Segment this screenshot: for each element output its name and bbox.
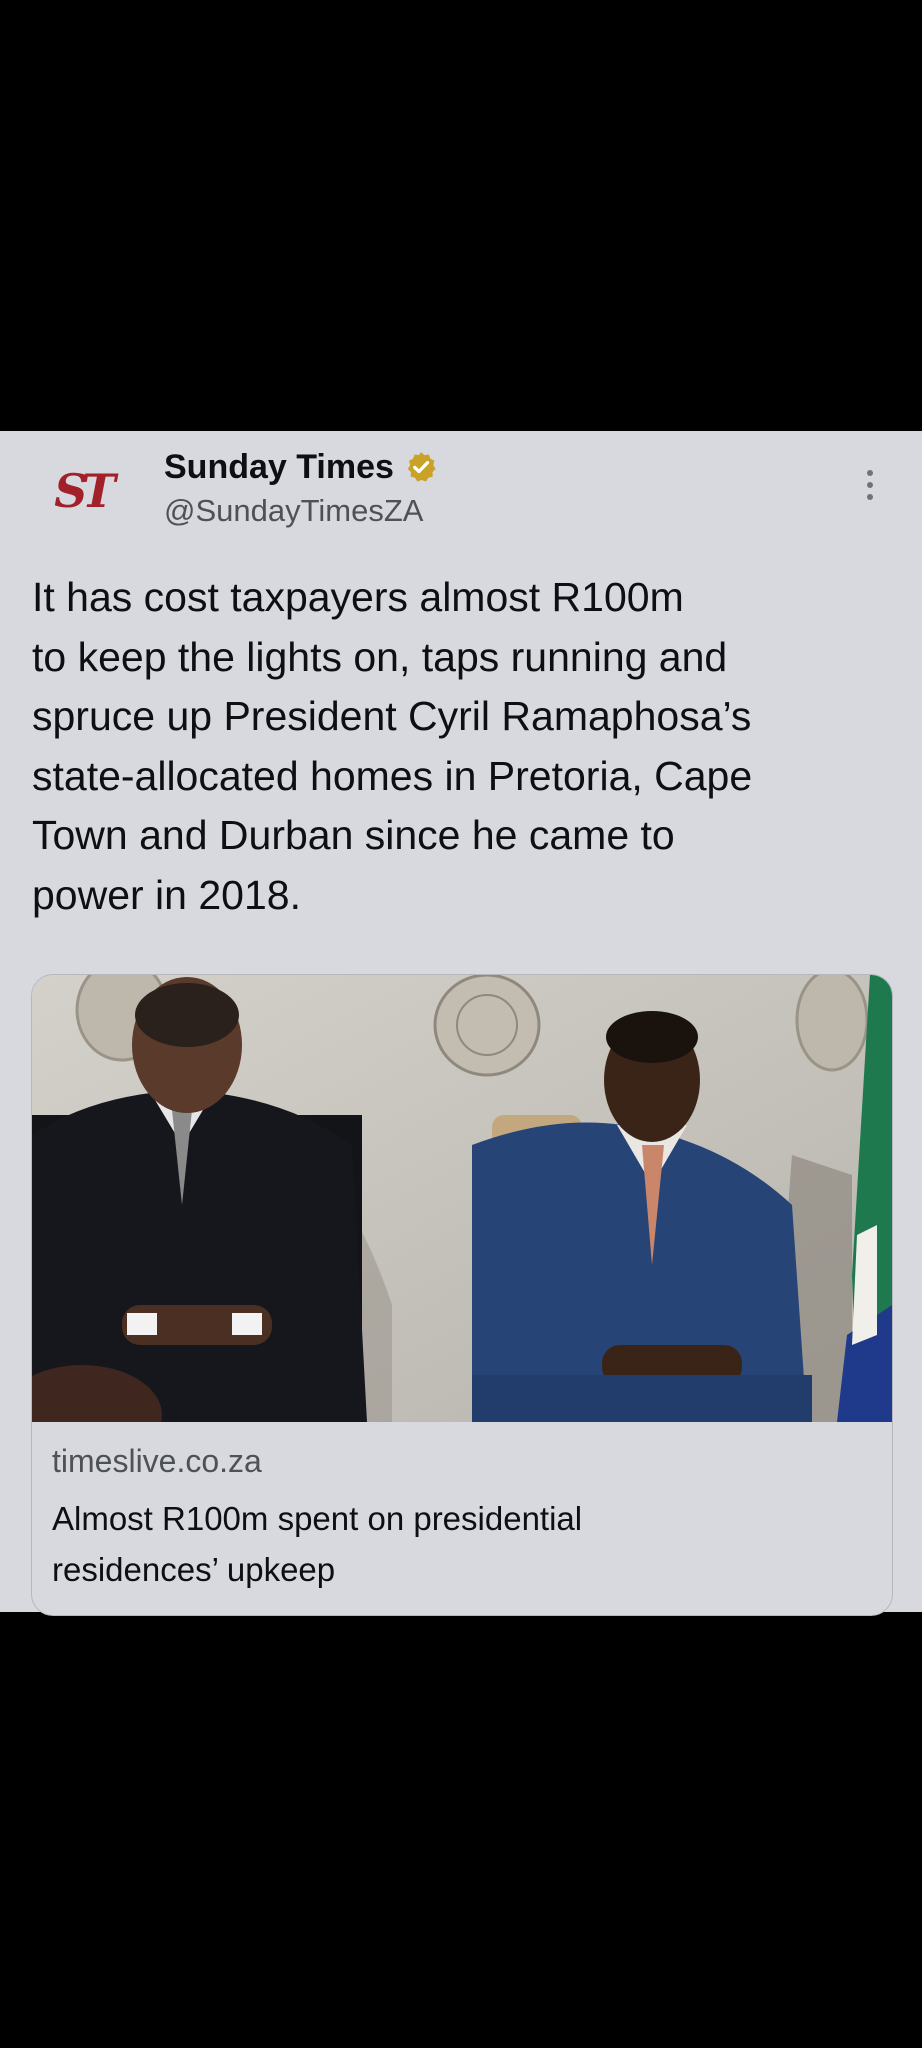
tweet-card[interactable]: ST Sunday Times @SundayTimesZA It has co…	[0, 431, 922, 1616]
link-preview-card[interactable]: timeslive.co.za Almost R100m spent on pr…	[31, 974, 893, 1616]
link-title[interactable]: Almost R100m spent on presidential resid…	[52, 1493, 852, 1595]
news-photo	[32, 975, 892, 1422]
link-preview-image[interactable]	[32, 975, 892, 1422]
author-display-name[interactable]: Sunday Times	[164, 448, 394, 487]
link-domain: timeslive.co.za	[52, 1443, 262, 1479]
verified-badge-icon	[407, 452, 436, 482]
more-vertical-icon[interactable]	[860, 465, 880, 505]
author-handle[interactable]: @SundayTimesZA	[164, 493, 423, 529]
avatar[interactable]: ST	[38, 461, 126, 521]
author-name-row: Sunday Times	[164, 445, 438, 489]
screen: ST Sunday Times @SundayTimesZA It has co…	[0, 0, 922, 2048]
tweet-header: ST Sunday Times @SundayTimesZA	[0, 431, 922, 541]
tweet-text: It has cost taxpayers almost R100m to ke…	[32, 574, 753, 918]
